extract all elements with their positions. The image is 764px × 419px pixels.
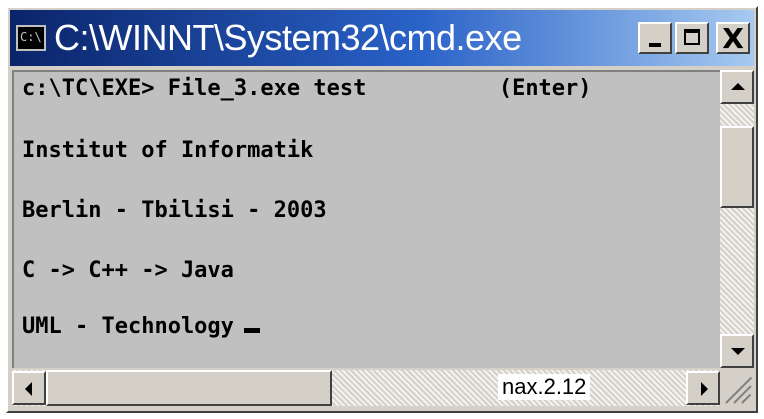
scroll-down-button[interactable]	[720, 334, 754, 368]
arrow-left-icon	[25, 382, 32, 396]
resize-grip[interactable]	[720, 370, 754, 406]
minimize-icon	[649, 43, 661, 47]
scroll-up-button[interactable]	[720, 70, 754, 104]
scroll-left-button[interactable]	[12, 371, 46, 405]
scroll-right-button[interactable]	[686, 371, 720, 405]
maximize-icon	[684, 29, 700, 45]
arrow-right-icon	[701, 382, 708, 396]
figure-caption: nax.2.12	[498, 374, 591, 400]
arrow-down-icon	[731, 348, 745, 355]
vertical-scrollbar[interactable]	[720, 70, 754, 368]
console-line-location: Berlin - Tbilisi - 2003	[22, 198, 327, 223]
horizontal-scroll-thumb[interactable]	[46, 370, 332, 406]
console-line-languages: C -> C++ -> Java	[22, 258, 234, 283]
horizontal-scrollbar[interactable]	[12, 370, 720, 406]
cmd-app-icon[interactable]: C:\	[16, 25, 46, 51]
console-output-area[interactable]: c:\TC\EXE> File_3.exe test (Enter) Insti…	[12, 70, 720, 368]
console-line-uml-text: UML - Technology	[22, 314, 234, 339]
minimize-button[interactable]	[638, 22, 672, 54]
window-title: C:\WINNT\System32\cmd.exe	[54, 17, 522, 58]
text-cursor	[243, 328, 260, 333]
arrow-up-icon	[731, 83, 745, 90]
console-line-uml: UML - Technology	[22, 314, 260, 339]
vertical-scroll-thumb[interactable]	[720, 126, 754, 208]
maximize-button[interactable]	[675, 22, 709, 54]
console-line-command: c:\TC\EXE> File_3.exe test (Enter)	[22, 76, 592, 101]
close-button[interactable]: X	[716, 22, 750, 55]
console-window: C:\ C:\WINNT\System32\cmd.exe X c:\TC\EX…	[6, 6, 758, 413]
title-bar[interactable]: C:\ C:\WINNT\System32\cmd.exe X	[10, 10, 754, 66]
console-line-institut: Institut of Informatik	[22, 138, 314, 163]
close-icon: X	[722, 22, 744, 55]
